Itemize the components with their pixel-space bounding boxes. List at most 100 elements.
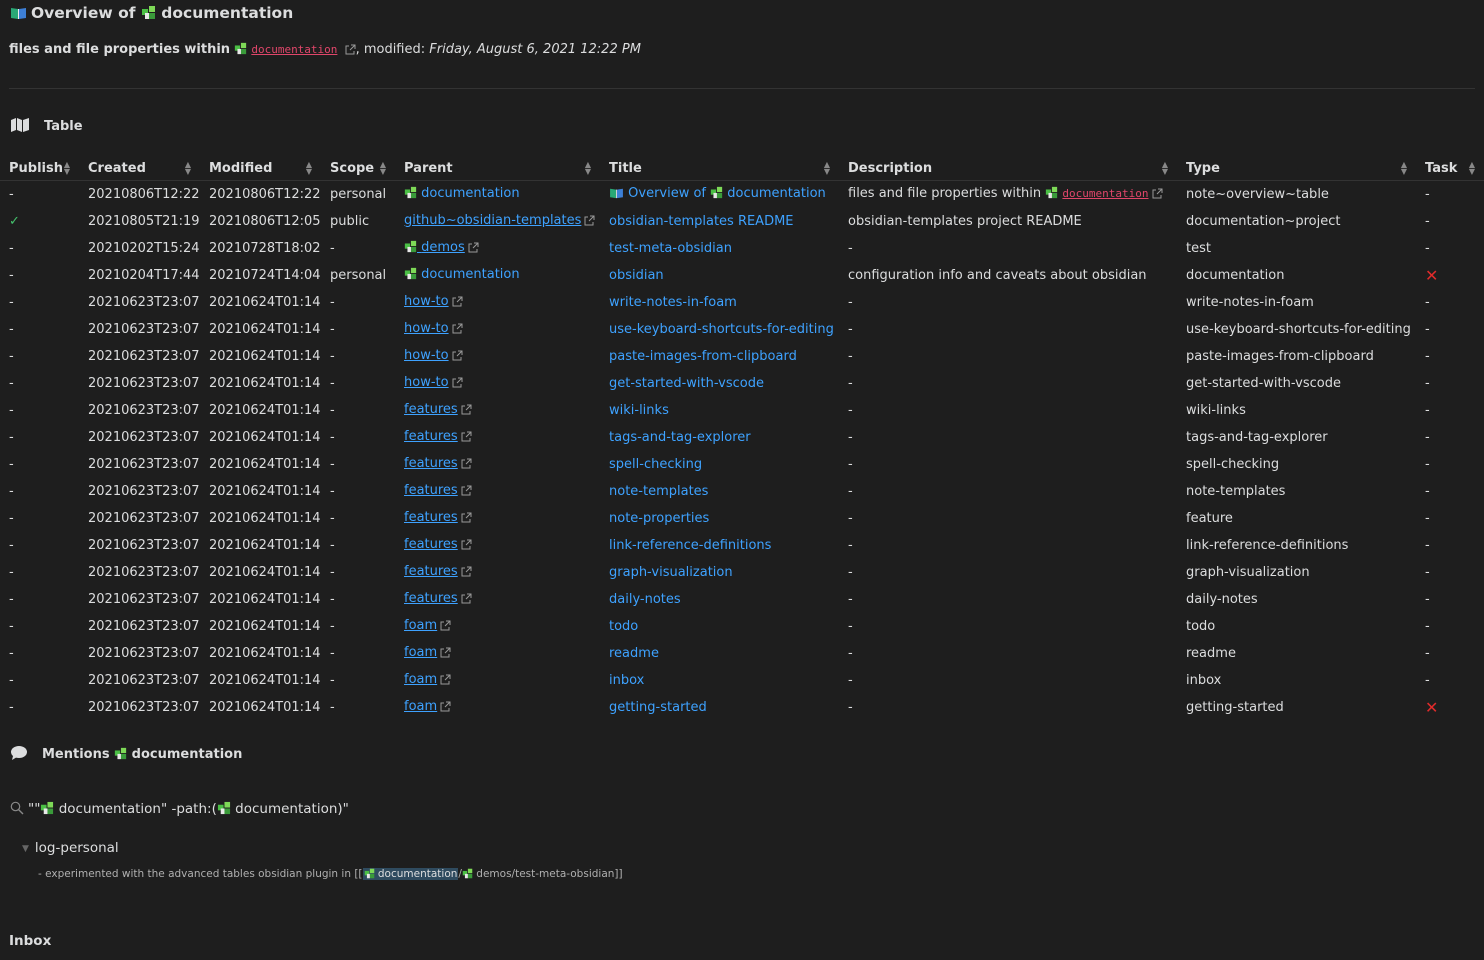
column-header-type[interactable]: Type ▲ ▼ [1177,156,1416,181]
sort-arrows-icon[interactable]: ▲ ▼ [585,161,591,176]
sort-arrows-icon[interactable]: ▲ ▼ [824,161,830,176]
table-row: - 20210806T12:22 20210806T12:22 personal do… [0,181,1484,209]
cell-description: - [839,397,1177,424]
parent-link[interactable]: documentation [421,267,519,282]
table-section-label: Table [44,119,83,134]
parent-link[interactable]: features [404,456,458,471]
column-header-title[interactable]: Title ▲ ▼ [600,156,839,181]
title-link[interactable]: use-keyboard-shortcuts-for-editing [609,322,834,337]
title-link[interactable]: note-properties [609,511,709,526]
external-link-icon[interactable] [452,296,463,311]
parent-link[interactable]: features [404,483,458,498]
snippet-highlight: documentation [362,868,459,880]
sort-arrows-icon[interactable]: ▲ ▼ [64,161,70,176]
cell-type: wiki-links [1177,397,1416,424]
parent-link[interactable]: features [404,429,458,444]
publish-value: - [9,592,14,607]
modified-value: 20210624T01:14 [209,673,321,688]
external-link-icon[interactable] [461,485,472,500]
title-link-suffix[interactable]: documentation [727,186,825,201]
sort-arrows-icon[interactable]: ▲ ▼ [380,161,386,176]
title-link[interactable]: write-notes-in-foam [609,295,737,310]
title-link[interactable]: daily-notes [609,592,681,607]
parent-link[interactable]: documentation [421,186,519,201]
parent-link[interactable]: how-to [404,294,449,309]
title-link[interactable]: test-meta-obsidian [609,241,732,256]
external-link-icon[interactable] [468,242,479,257]
external-link-icon[interactable] [440,620,451,635]
description-link[interactable]: documentation [1062,187,1148,200]
parent-link[interactable]: demos [404,240,465,255]
title-link[interactable]: wiki-links [609,403,669,418]
created-value: 20210623T23:07 [88,457,200,472]
cell-modified: 20210624T01:14 [200,694,321,721]
title-link[interactable]: graph-visualization [609,565,733,580]
title-link[interactable]: todo [609,619,638,634]
parent-link[interactable]: features [404,564,458,579]
collapse-triangle-icon[interactable]: ▼ [22,844,29,854]
external-link-icon[interactable] [345,44,356,59]
sort-arrows-icon[interactable]: ▲ ▼ [306,161,312,176]
external-link-icon[interactable] [461,593,472,608]
external-link-icon[interactable] [440,674,451,689]
subtitle-link[interactable]: documentation [251,43,337,56]
external-link-icon[interactable] [452,377,463,392]
parent-link[interactable]: foam [404,618,437,633]
sort-arrows-icon[interactable]: ▲ ▼ [1401,161,1407,176]
parent-link[interactable]: foam [404,699,437,714]
title-link[interactable]: note-templates [609,484,708,499]
parent-link[interactable]: how-to [404,375,449,390]
parent-link[interactable]: foam [404,672,437,687]
column-header-parent[interactable]: Parent ▲ ▼ [395,156,600,181]
parent-link[interactable]: features [404,510,458,525]
external-link-icon[interactable] [461,566,472,581]
external-link-icon[interactable] [584,215,595,230]
scope-value: - [330,241,335,256]
parent-link[interactable]: features [404,402,458,417]
column-header-created[interactable]: Created ▲ ▼ [79,156,200,181]
parent-link[interactable]: how-to [404,321,449,336]
external-link-icon[interactable] [440,647,451,662]
cell-created: 20210623T23:07 [79,559,200,586]
external-link-icon[interactable] [461,404,472,419]
map-icon [10,117,30,137]
cell-publish: - [0,451,79,478]
sort-arrows-icon[interactable]: ▲ ▼ [185,161,191,176]
title-link[interactable]: readme [609,646,659,661]
column-header-description[interactable]: Description ▲ ▼ [839,156,1177,181]
sort-arrows-icon[interactable]: ▲ ▼ [1162,161,1168,176]
title-link[interactable]: get-started-with-vscode [609,376,764,391]
column-header-task[interactable]: Task ▲ ▼ [1416,156,1484,181]
title-link[interactable]: paste-images-from-clipboard [609,349,797,364]
title-link[interactable]: obsidian [609,268,664,283]
parent-link[interactable]: foam [404,645,437,660]
parent-link[interactable]: features [404,537,458,552]
external-link-icon[interactable] [452,350,463,365]
external-link-icon[interactable] [1152,188,1163,203]
search-result-file[interactable]: ▼ log-personal [22,840,119,856]
column-header-modified[interactable]: Modified ▲ ▼ [200,156,321,181]
column-header-publish[interactable]: Publish ▲ ▼ [0,156,79,181]
search-result-snippet[interactable]: - experimented with the advanced tables … [38,868,623,882]
column-header-scope[interactable]: Scope ▲ ▼ [321,156,395,181]
external-link-icon[interactable] [440,701,451,716]
cell-parent: features [395,424,600,451]
parent-link[interactable]: github~obsidian-templates [404,213,581,228]
external-link-icon[interactable] [461,431,472,446]
title-link[interactable]: Overview of [628,186,706,201]
sort-arrows-icon[interactable]: ▲ ▼ [1469,161,1475,176]
title-link[interactable]: link-reference-definitions [609,538,771,553]
external-link-icon[interactable] [461,458,472,473]
external-link-icon[interactable] [452,323,463,338]
title-link[interactable]: spell-checking [609,457,702,472]
cell-task: - [1416,235,1484,262]
search-query[interactable]: "" documentation" -path:( documentation)… [10,801,349,819]
title-link[interactable]: inbox [609,673,644,688]
external-link-icon[interactable] [461,512,472,527]
parent-link[interactable]: how-to [404,348,449,363]
title-link[interactable]: tags-and-tag-explorer [609,430,751,445]
external-link-icon[interactable] [461,539,472,554]
parent-link[interactable]: features [404,591,458,606]
title-link[interactable]: obsidian-templates README [609,214,794,229]
title-link[interactable]: getting-started [609,700,707,715]
